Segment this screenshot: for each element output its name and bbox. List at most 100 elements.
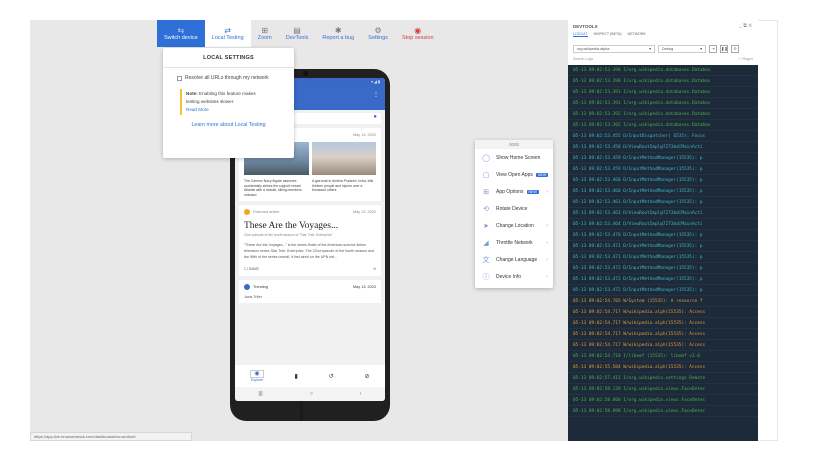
usb-cable [300, 401, 303, 421]
news-item[interactable]: A gas leak in Andhra Pradesh, India, kil… [312, 179, 376, 197]
chevron-right-icon: › [546, 273, 548, 280]
log-line: 05-13 09:02:53.455 D/InputDispatcher( 65… [568, 131, 758, 142]
chevron-right-icon: › [546, 239, 548, 246]
menu-item-view-open-apps[interactable]: ▢ View Open Apps NEW [475, 166, 553, 183]
log-line: 05-13 09:02:53.471 D/InputMethodManager(… [568, 241, 758, 252]
chevron-down-icon: ▾ [700, 47, 702, 51]
android-system-nav: ||| ○ ‹ [235, 387, 385, 401]
rotate-icon: ⟲ [483, 205, 489, 213]
log-line: 05-13 09:02:53.471 D/InputMethodManager(… [568, 252, 758, 263]
bottom-navigation: ◉ Explore ▮ ↺ ⊘ [235, 365, 385, 387]
home-circle-icon[interactable]: ○ [310, 391, 313, 397]
log-line: 05-13 09:02:58.139 I/org.wikipedia.views… [568, 384, 758, 395]
trending-card[interactable]: Trending May 13, 2020 Janis Triller [239, 280, 381, 303]
minimize-icon[interactable]: _ [739, 23, 742, 29]
zoom-icon: ⊞ [261, 26, 269, 35]
pause-button[interactable]: ❚❚ [720, 45, 728, 53]
news-image-andhra[interactable] [311, 142, 376, 175]
resolve-urls-checkbox[interactable] [177, 75, 182, 81]
regex-toggle[interactable]: ☐ Regex [738, 57, 753, 61]
zoom-button[interactable]: ⊞ Zoom [251, 20, 279, 47]
log-line: 05-13 09:02:54.718 I/libemf (15535): lib… [568, 351, 758, 362]
nav-reading-lists[interactable]: ▮ [295, 373, 298, 380]
nav-nearby[interactable]: ⊘ [365, 373, 370, 380]
home-icon: ◯ [482, 154, 490, 162]
bug-icon: ✱ [334, 26, 342, 35]
stop-icon: ◉ [414, 26, 422, 35]
menu-item-rotate-device[interactable]: ⟲ Rotate Device [475, 200, 553, 217]
language-icon: 文 [482, 256, 490, 264]
gear-icon: ⚙ [374, 26, 382, 35]
log-line: 05-13 09:02:53.391 I/org.wikipedia.datab… [568, 87, 758, 98]
featured-article-title[interactable]: These Are the Voyages... [244, 221, 376, 231]
close-icon[interactable]: ✕ [748, 23, 752, 29]
location-icon: ➤ [483, 222, 489, 230]
menu-item-change-language[interactable]: 文 Change Language › [475, 251, 553, 268]
recents-icon[interactable]: ||| [258, 391, 262, 397]
switch-device-button[interactable]: ⇆ Switch device [157, 20, 205, 47]
nav-explore[interactable]: ◉ Explore [250, 370, 264, 382]
overflow-menu-icon[interactable]: ⋮ [373, 91, 379, 98]
trending-item[interactable]: Janis Triller [244, 295, 376, 299]
log-line: 05-13 09:02:53.472 D/InputMethodManager(… [568, 263, 758, 274]
bookmark-icon: ▮ [294, 373, 298, 380]
menu-item-show-home-screen[interactable]: ◯ Show Home Screen [475, 149, 553, 166]
log-line: 05-13 09:02:53.472 D/InputMethodManager(… [568, 274, 758, 285]
news-item[interactable]: The Carmen Navy frigate assumes accident… [244, 179, 308, 197]
local-settings-popup: LOCAL SETTINGS Resolve all URLs through … [163, 48, 294, 158]
tab-inspect[interactable]: INSPECT (BETA) [594, 32, 622, 37]
log-line: 05-13 09:02:55.584 W/wikipedia.alph(1553… [568, 362, 758, 373]
menu-item-app-options[interactable]: ⊞ App Options NEW › [475, 183, 553, 200]
devtools-button[interactable]: ▤ DevTools [279, 20, 316, 47]
local-testing-button[interactable]: ⇄ Local Testing [204, 20, 251, 47]
local-testing-icon: ⇄ [224, 26, 231, 35]
stop-session-button[interactable]: ◉ Stop session [395, 20, 441, 47]
featured-icon [244, 209, 250, 215]
log-line: 05-13 09:02:57.411 I/org.wikipedia.setti… [568, 373, 758, 384]
popout-icon[interactable]: ⧉ [743, 23, 747, 29]
search-logs-input[interactable]: Search Logs [573, 57, 593, 61]
log-line: 05-13 09:02:53.390 I/org.wikipedia.datab… [568, 76, 758, 87]
featured-article-card[interactable]: Featured article May 13, 2020 These Are … [239, 205, 381, 276]
info-icon: ⓘ [482, 273, 490, 281]
history-icon: ↺ [328, 373, 334, 380]
resolve-urls-option[interactable]: Resolve all URLs through my network [177, 75, 294, 81]
log-line: 05-13 09:02:53.461 D/InputMethodManager(… [568, 197, 758, 208]
learn-more-link[interactable]: Learn more about Local Testing [163, 122, 294, 128]
menu-item-device-info[interactable]: ⓘ Device Info › [475, 268, 553, 285]
settings-button[interactable]: ⚙ Settings [361, 20, 395, 47]
chevron-right-icon: › [546, 256, 548, 263]
log-level-select[interactable]: Debug ▾ [658, 45, 706, 53]
log-line: 05-13 09:02:53.459 D/InputMethodManager(… [568, 153, 758, 164]
tab-logcat[interactable]: LOGCAT [573, 32, 588, 37]
mic-icon[interactable]: ● [373, 114, 377, 120]
share-icon[interactable]: ⋖ [373, 266, 376, 271]
report-bug-button[interactable]: ✱ Report a bug [315, 20, 361, 47]
clear-logs-button[interactable]: ⊘ [731, 45, 739, 53]
log-line: 05-13 09:02:53.458 D/ViewRootImpl@7273bd… [568, 142, 758, 153]
app-select[interactable]: org.wikipedia.alpha ▾ [573, 45, 655, 53]
log-line: 05-13 09:02:54.705 W/System (15535): A r… [568, 296, 758, 307]
context-menu-title: 0000 [475, 140, 553, 149]
back-icon[interactable]: ‹ [360, 391, 362, 397]
read-more-link[interactable]: Read More [186, 107, 268, 112]
device-context-menu: 0000 ◯ Show Home Screen ▢ View Open Apps… [475, 140, 553, 288]
chevron-right-icon: › [546, 222, 548, 229]
nav-history[interactable]: ↺ [329, 373, 334, 380]
log-line: 05-13 09:02:53.390 I/org.wikipedia.datab… [568, 65, 758, 76]
divider [163, 67, 294, 68]
note-box: Note: Enabling this feature makes testin… [180, 89, 268, 115]
tab-network[interactable]: NETWORK [628, 32, 646, 37]
log-line: 05-13 09:02:53.460 D/InputMethodManager(… [568, 186, 758, 197]
switch-icon: ⇆ [177, 26, 185, 35]
wrap-lines-button[interactable]: ⇥ [709, 45, 717, 53]
devtools-title: DEVTOOLS [573, 24, 598, 29]
menu-item-change-location[interactable]: ➤ Change Location › [475, 217, 553, 234]
menu-item-throttle-network[interactable]: ◢ Throttle Network › [475, 234, 553, 251]
featured-article-body: "These Are the Voyages..." is the series… [244, 243, 374, 259]
devtools-tabs: LOGCAT INSPECT (BETA) NETWORK [573, 32, 646, 37]
log-line: 05-13 09:02:54.717 W/wikipedia.alph(1553… [568, 329, 758, 340]
save-button[interactable]: ☐ SAVE [244, 266, 259, 271]
nearby-icon: ⊘ [364, 373, 370, 380]
devtools-icon: ▤ [293, 26, 301, 35]
